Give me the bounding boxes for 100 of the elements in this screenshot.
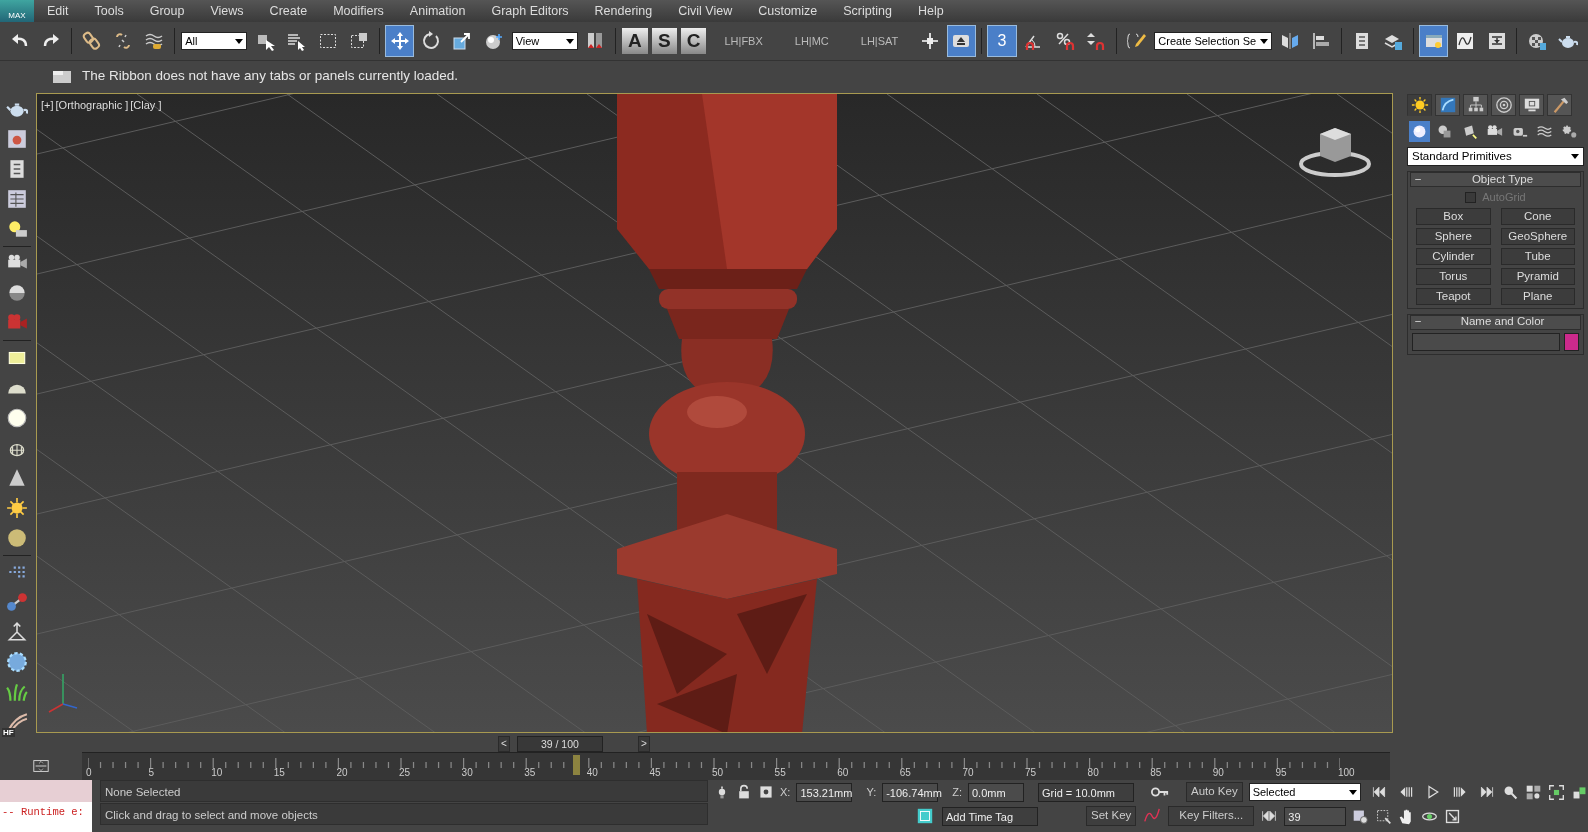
menu-item[interactable]: Create: [256, 1, 321, 21]
menu-item[interactable]: Modifiers: [320, 1, 397, 21]
sun-icon[interactable]: [1410, 96, 1429, 114]
color-swatch[interactable]: [1564, 332, 1579, 351]
menu-item[interactable]: Animation: [396, 1, 479, 21]
select-by-name-icon[interactable]: [286, 31, 307, 51]
menu-item[interactable]: Views: [197, 1, 257, 21]
listener-field[interactable]: [0, 780, 92, 802]
collapse-toggle[interactable]: −: [1411, 313, 1425, 331]
viewport-label[interactable]: [Clay ]: [130, 97, 162, 114]
rings-icon[interactable]: [1494, 96, 1513, 114]
dropdown[interactable]: All: [181, 32, 248, 50]
timeline-track[interactable]: 0 5 10 15 20 25 30 35 40 45 50 55 60 65 70 75 80 85 90 95 100: [82, 752, 1390, 780]
material-editor-icon[interactable]: [1526, 31, 1547, 51]
primitive-button[interactable]: GeoSphere: [1500, 227, 1575, 245]
letter-button[interactable]: S: [651, 28, 677, 54]
letter-button[interactable]: C: [681, 28, 707, 54]
molecule-icon[interactable]: [6, 591, 28, 614]
menu-item[interactable]: Tools: [81, 1, 137, 21]
absolute-mode-icon[interactable]: [758, 784, 774, 800]
dropdown[interactable]: Selected: [1248, 783, 1361, 801]
snap-toggle[interactable]: 3: [988, 26, 1016, 56]
rollout-header[interactable]: − Object Type: [1410, 172, 1581, 187]
region-zoom-icon[interactable]: [1375, 807, 1393, 825]
toolbar-label[interactable]: LH|SAT: [846, 32, 913, 50]
key-mode-icon[interactable]: [1260, 808, 1279, 824]
sphere-icon[interactable]: [6, 526, 28, 549]
dropdown[interactable]: Create Selection Se: [1154, 32, 1273, 50]
scale-icon[interactable]: [452, 31, 473, 51]
viewport[interactable]: [+] [Orthographic ] [Clay ]: [36, 93, 1393, 733]
auto-key-button[interactable]: Auto Key: [1186, 782, 1243, 802]
monitor-icon[interactable]: [1522, 96, 1541, 114]
view-cube-icon[interactable]: [1299, 128, 1371, 177]
align-icon[interactable]: [1311, 31, 1332, 51]
render-window-icon[interactable]: [6, 127, 28, 150]
primitive-button[interactable]: Cone: [1500, 207, 1575, 225]
menu-item[interactable]: Civil View: [665, 1, 746, 21]
coordinate-field[interactable]: 0.0mm: [968, 782, 1024, 802]
toolbar-label[interactable]: LH|FBX: [710, 32, 777, 50]
chain-link-icon[interactable]: [81, 31, 102, 51]
lock-icon[interactable]: [736, 784, 752, 800]
primitive-button[interactable]: Cylinder: [1416, 247, 1491, 265]
letter-button[interactable]: A: [622, 28, 648, 54]
viewport-label[interactable]: [Orthographic ]: [55, 97, 129, 114]
braces-pencil-icon[interactable]: [1126, 31, 1147, 51]
window-crossing-icon[interactable]: [349, 31, 370, 51]
dropdown[interactable]: Standard Primitives: [1407, 147, 1584, 166]
grass-icon[interactable]: [6, 681, 28, 704]
primitive-button[interactable]: Pyramid: [1500, 267, 1575, 285]
dropdown[interactable]: View: [511, 32, 578, 50]
rotate-icon[interactable]: [421, 31, 442, 51]
set-key-button[interactable]: Set Key: [1086, 806, 1137, 826]
move-icon[interactable]: [389, 31, 410, 51]
sphere-icon[interactable]: [1411, 123, 1428, 140]
schematic-view-icon[interactable]: [1486, 31, 1507, 51]
track-bar-icon[interactable]: [31, 757, 51, 775]
time-slider[interactable]: 39 / 100: [516, 735, 603, 752]
table-window-icon[interactable]: [6, 187, 28, 210]
rectangle-selection-icon[interactable]: [317, 31, 338, 51]
curve-editor-icon[interactable]: [1455, 31, 1476, 51]
menu-item[interactable]: Group: [136, 1, 198, 21]
curve-icon[interactable]: [1438, 96, 1457, 114]
name-field[interactable]: [1412, 332, 1560, 351]
key-filters-button[interactable]: Key Filters...: [1168, 806, 1255, 826]
waves-icon[interactable]: [1536, 123, 1553, 140]
time-tag-icon[interactable]: [916, 807, 934, 825]
percent-snap-icon[interactable]: [1054, 31, 1075, 51]
primitive-button[interactable]: Teapot: [1416, 287, 1491, 305]
maximize-icon[interactable]: [1444, 807, 1462, 825]
viewport-label[interactable]: [+]: [41, 97, 54, 114]
menu-item[interactable]: Scripting: [830, 1, 905, 21]
toolbar-label[interactable]: LH|MC: [780, 32, 843, 50]
coordinate-field[interactable]: 153.21mm: [796, 782, 853, 802]
menu-item[interactable]: Edit: [34, 1, 82, 21]
menu-item[interactable]: Customize: [745, 1, 831, 21]
frame-field[interactable]: 39: [1284, 806, 1347, 826]
application-button[interactable]: MAX: [0, 0, 34, 22]
crosshair-icon[interactable]: [920, 31, 941, 51]
zoom-all-icon[interactable]: [1524, 783, 1542, 801]
time-tag[interactable]: Add Time Tag: [942, 806, 1038, 826]
menu-item[interactable]: Rendering: [581, 1, 666, 21]
primitive-button[interactable]: Torus: [1416, 267, 1491, 285]
hierarchy-icon[interactable]: [1466, 96, 1485, 114]
previous-frame-button[interactable]: <: [498, 735, 510, 752]
mirror-icon[interactable]: [1279, 31, 1300, 51]
primitive-button[interactable]: Tube: [1500, 247, 1575, 265]
primitive-button[interactable]: Box: [1416, 207, 1491, 225]
wave-link-icon[interactable]: [144, 31, 165, 51]
spinner-snap-icon[interactable]: [1086, 31, 1107, 51]
gears-icon[interactable]: [1561, 123, 1578, 140]
shapes-icon[interactable]: [1436, 123, 1453, 140]
menu-item[interactable]: Graph Editors: [478, 1, 582, 21]
primitive-button[interactable]: Sphere: [1416, 227, 1491, 245]
sphere-cursor-icon[interactable]: [483, 31, 504, 51]
disc-icon[interactable]: [6, 406, 28, 429]
collapse-toggle[interactable]: −: [1411, 170, 1425, 189]
sun-icon[interactable]: [6, 496, 28, 519]
primitive-button[interactable]: Plane: [1500, 287, 1575, 305]
spotlight-icon[interactable]: [1461, 123, 1478, 140]
broken-link-icon[interactable]: [113, 31, 133, 51]
